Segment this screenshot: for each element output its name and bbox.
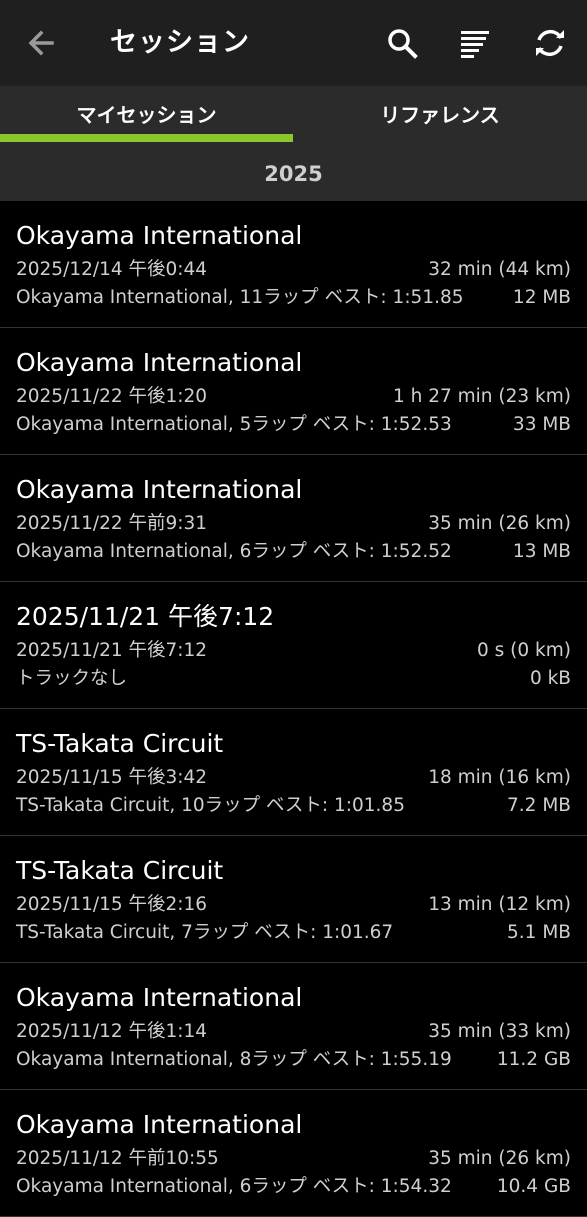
session-size: 0 kB <box>529 668 571 689</box>
session-item[interactable]: 2025/11/21 午後7:12 2025/11/21 午後7:12 0 s (… <box>0 582 587 709</box>
session-datetime: 2025/11/21 午後7:12 <box>16 640 208 661</box>
session-duration: 32 min (44 km) <box>428 259 571 280</box>
session-datetime: 2025/11/15 午後2:16 <box>16 894 208 915</box>
session-item[interactable]: Okayama International 2025/12/14 午後0:44 3… <box>0 201 587 328</box>
session-size: 5.1 MB <box>507 922 571 943</box>
session-name: Okayama International <box>16 348 303 377</box>
session-item[interactable]: TS-Takata Circuit 2025/11/15 午後2:16 13 mi… <box>0 836 587 963</box>
tab-bar: マイセッション リファレンス <box>0 86 587 148</box>
session-duration: 0 s (0 km) <box>477 640 571 661</box>
session-name: 2025/11/21 午後7:12 <box>16 602 275 631</box>
session-size: 12 MB <box>512 287 571 308</box>
sort-icon[interactable] <box>455 23 495 63</box>
session-summary: Okayama International, 6ラップ ベスト: 1:54.32 <box>16 1176 452 1197</box>
session-datetime: 2025/11/12 午前10:55 <box>16 1148 219 1169</box>
refresh-icon[interactable] <box>530 23 570 63</box>
session-duration: 35 min (26 km) <box>428 513 571 534</box>
session-duration: 18 min (16 km) <box>428 767 571 788</box>
session-size: 7.2 MB <box>507 795 571 816</box>
session-duration: 13 min (12 km) <box>428 894 571 915</box>
session-datetime: 2025/12/14 午後0:44 <box>16 259 208 280</box>
session-item[interactable]: Okayama International 2025/11/22 午前9:31 3… <box>0 455 587 582</box>
session-name: TS-Takata Circuit <box>16 856 224 885</box>
session-summary: Okayama International, 8ラップ ベスト: 1:55.19 <box>16 1049 452 1070</box>
session-duration: 35 min (26 km) <box>428 1148 571 1169</box>
session-summary: Okayama International, 6ラップ ベスト: 1:52.52 <box>16 541 452 562</box>
session-name: Okayama International <box>16 221 303 250</box>
tab-reference[interactable]: リファレンス <box>293 86 587 148</box>
session-name: Okayama International <box>16 1110 303 1139</box>
session-summary: Okayama International, 5ラップ ベスト: 1:52.53 <box>16 414 452 435</box>
session-summary: Okayama International, 11ラップ ベスト: 1:51.8… <box>16 287 464 308</box>
session-item[interactable]: Okayama International 2025/11/22 午後1:20 1… <box>0 328 587 455</box>
app-bar: セッション <box>0 0 587 86</box>
session-size: 11.2 GB <box>496 1049 571 1070</box>
session-name: TS-Takata Circuit <box>16 729 224 758</box>
session-summary: トラックなし <box>16 668 128 689</box>
session-list: Okayama International 2025/12/14 午後0:44 3… <box>0 201 587 1217</box>
session-size: 10.4 GB <box>496 1176 571 1197</box>
session-item[interactable]: Okayama International 2025/11/12 午前10:55… <box>0 1090 587 1217</box>
session-duration: 1 h 27 min (23 km) <box>392 386 571 407</box>
session-name: Okayama International <box>16 983 303 1012</box>
year-header: 2025 <box>0 148 587 201</box>
session-datetime: 2025/11/12 午後1:14 <box>16 1021 208 1042</box>
session-duration: 35 min (33 km) <box>428 1021 571 1042</box>
session-summary: TS-Takata Circuit, 10ラップ ベスト: 1:01.85 <box>16 795 405 816</box>
session-item[interactable]: TS-Takata Circuit 2025/11/15 午後3:42 18 mi… <box>0 709 587 836</box>
session-summary: TS-Takata Circuit, 7ラップ ベスト: 1:01.67 <box>16 922 394 943</box>
session-datetime: 2025/11/22 午前9:31 <box>16 513 208 534</box>
session-item[interactable]: Okayama International 2025/11/12 午後1:14 3… <box>0 963 587 1090</box>
session-name: Okayama International <box>16 475 303 504</box>
page-title: セッション <box>110 27 250 58</box>
session-size: 33 MB <box>512 414 571 435</box>
session-datetime: 2025/11/15 午後3:42 <box>16 767 208 788</box>
session-size: 13 MB <box>512 541 571 562</box>
arrow-back-icon[interactable] <box>22 23 62 63</box>
tab-indicator <box>0 134 293 142</box>
session-datetime: 2025/11/22 午後1:20 <box>16 386 208 407</box>
search-icon[interactable] <box>382 23 422 63</box>
